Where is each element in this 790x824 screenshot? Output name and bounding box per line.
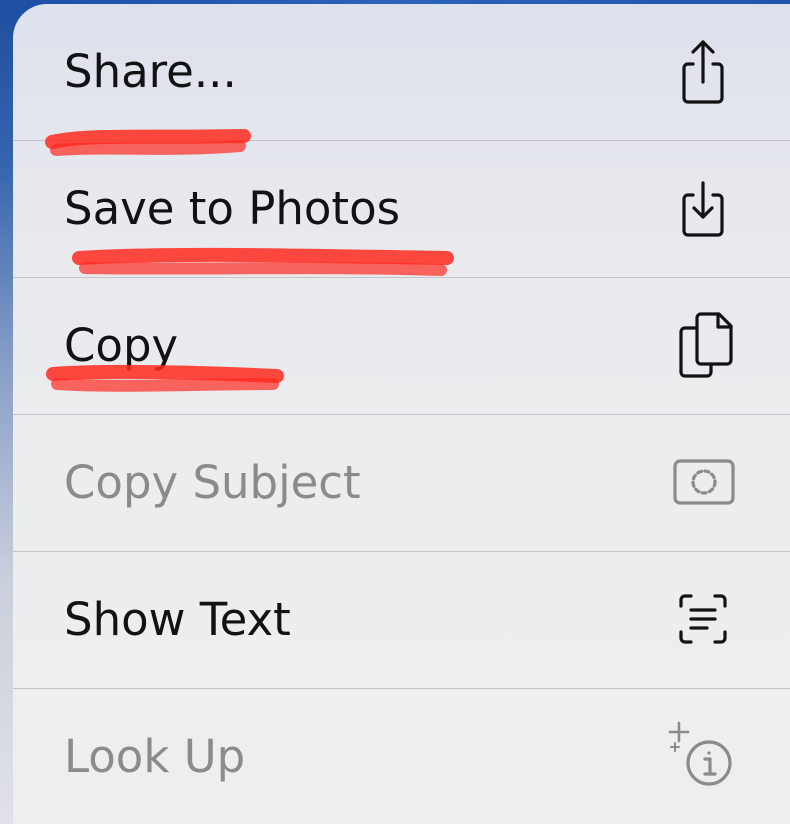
menu-item-copy-label: Copy [64, 319, 179, 372]
menu-item-share-label: Share... [64, 45, 237, 98]
copy-subject-icon [663, 447, 743, 519]
menu-item-show-text[interactable]: Show Text [13, 552, 790, 688]
menu-item-copy-subject-label: Copy Subject [64, 456, 361, 509]
context-menu: Share... Save to Photos Copy Copy Subjec… [13, 4, 790, 824]
look-up-icon [663, 721, 743, 793]
menu-item-share[interactable]: Share... [13, 4, 790, 140]
menu-item-show-text-label: Show Text [64, 593, 291, 646]
show-text-icon [663, 584, 743, 656]
save-to-photos-icon [663, 173, 743, 245]
menu-item-copy[interactable]: Copy [13, 278, 790, 414]
menu-item-look-up-label: Look Up [64, 730, 246, 783]
share-icon [663, 36, 743, 108]
menu-item-save-to-photos[interactable]: Save to Photos [13, 141, 790, 277]
menu-item-save-to-photos-label: Save to Photos [64, 182, 401, 235]
menu-item-copy-subject[interactable]: Copy Subject [13, 415, 790, 551]
menu-item-look-up[interactable]: Look Up [13, 689, 790, 824]
copy-icon [663, 310, 743, 382]
